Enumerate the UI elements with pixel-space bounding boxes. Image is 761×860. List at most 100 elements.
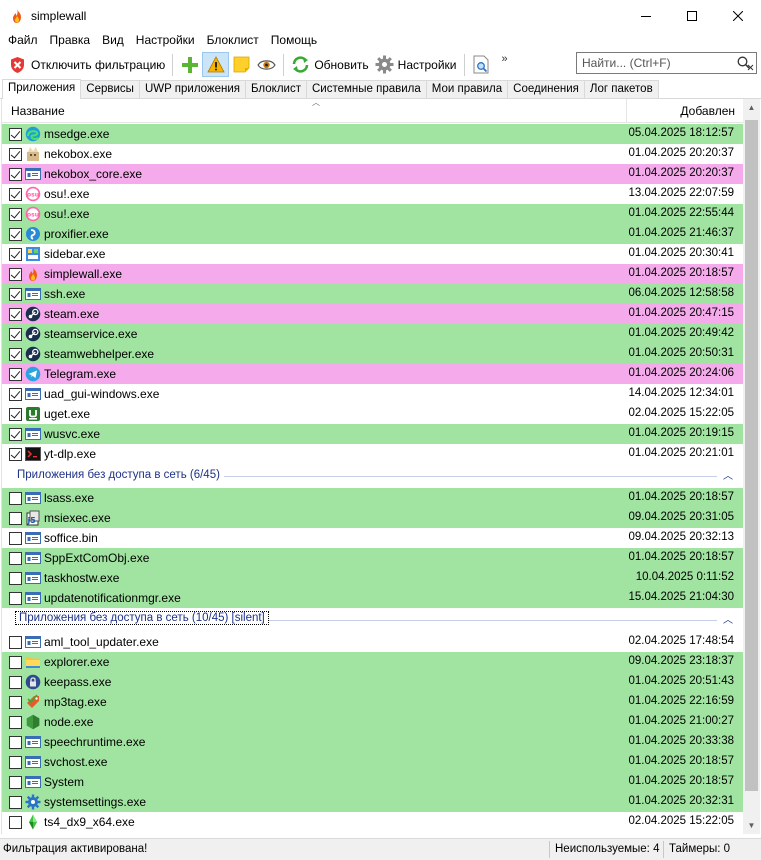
row-checkbox[interactable] bbox=[9, 308, 22, 321]
row-checkbox[interactable] bbox=[9, 636, 22, 649]
row-checkbox[interactable] bbox=[9, 512, 22, 525]
vertical-scrollbar[interactable]: ▲ ▼ bbox=[743, 99, 760, 834]
settings-button[interactable]: Настройки bbox=[372, 52, 460, 77]
tab-services[interactable]: Сервисы bbox=[80, 80, 140, 98]
table-row[interactable]: uget.exe 02.04.2025 15:22:05 bbox=[2, 404, 743, 424]
menu-view[interactable]: Вид bbox=[96, 31, 130, 50]
scroll-thumb[interactable] bbox=[745, 120, 758, 791]
row-checkbox[interactable] bbox=[9, 288, 22, 301]
menu-help[interactable]: Помощь bbox=[265, 31, 323, 50]
row-checkbox[interactable] bbox=[9, 492, 22, 505]
row-checkbox[interactable] bbox=[9, 348, 22, 361]
row-checkbox[interactable] bbox=[9, 328, 22, 341]
search-input[interactable] bbox=[577, 56, 727, 70]
table-row[interactable]: systemsettings.exe 01.04.2025 20:32:31 bbox=[2, 792, 743, 812]
menu-file[interactable]: Файл bbox=[2, 31, 44, 50]
row-checkbox[interactable] bbox=[9, 552, 22, 565]
disable-filter-button[interactable]: Отключить фильтрацию bbox=[5, 52, 168, 77]
row-checkbox[interactable] bbox=[9, 428, 22, 441]
search-box[interactable] bbox=[576, 52, 757, 74]
collapse-chevron-icon[interactable]: ︿ bbox=[723, 611, 733, 626]
table-row[interactable]: sidebar.exe 01.04.2025 20:30:41 bbox=[2, 244, 743, 264]
tab-blocklist[interactable]: Блоклист bbox=[245, 80, 307, 98]
row-checkbox[interactable] bbox=[9, 816, 22, 829]
table-row[interactable]: yt-dlp.exe 01.04.2025 20:21:01 bbox=[2, 444, 743, 464]
table-row[interactable]: System 01.04.2025 20:18:57 bbox=[2, 772, 743, 792]
table-row[interactable]: steam.exe 01.04.2025 20:47:15 bbox=[2, 304, 743, 324]
refresh-button[interactable]: Обновить bbox=[288, 52, 371, 77]
row-checkbox[interactable] bbox=[9, 532, 22, 545]
table-row[interactable]: osu osu!.exe 13.04.2025 22:07:59 bbox=[2, 184, 743, 204]
table-row[interactable]: SppExtComObj.exe 01.04.2025 20:18:57 bbox=[2, 548, 743, 568]
table-row[interactable]: soffice.bin 09.04.2025 20:32:13 bbox=[2, 528, 743, 548]
row-checkbox[interactable] bbox=[9, 696, 22, 709]
table-row[interactable]: wusvc.exe 01.04.2025 20:19:15 bbox=[2, 424, 743, 444]
table-row[interactable]: ssh.exe 06.04.2025 12:58:58 bbox=[2, 284, 743, 304]
tab-packet-log[interactable]: Лог пакетов bbox=[583, 80, 659, 98]
column-divider[interactable] bbox=[626, 99, 627, 123]
view-button[interactable] bbox=[254, 52, 279, 77]
menu-edit[interactable]: Правка bbox=[44, 31, 97, 50]
table-row[interactable]: lsass.exe 01.04.2025 20:18:57 bbox=[2, 488, 743, 508]
collapse-chevron-icon[interactable]: ︿ bbox=[723, 467, 733, 482]
tab-uwp-apps[interactable]: UWP приложения bbox=[138, 80, 247, 98]
row-checkbox[interactable] bbox=[9, 716, 22, 729]
row-checkbox[interactable] bbox=[9, 572, 22, 585]
row-checkbox[interactable] bbox=[9, 592, 22, 605]
scroll-up-arrow[interactable]: ▲ bbox=[743, 99, 760, 116]
row-checkbox[interactable] bbox=[9, 448, 22, 461]
table-row[interactable]: explorer.exe 09.04.2025 23:18:37 bbox=[2, 652, 743, 672]
table-row[interactable]: updatenotificationmgr.exe 15.04.2025 21:0… bbox=[2, 588, 743, 608]
notes-button[interactable] bbox=[229, 52, 254, 77]
row-checkbox[interactable] bbox=[9, 756, 22, 769]
table-row[interactable]: mp3tag.exe 01.04.2025 22:16:59 bbox=[2, 692, 743, 712]
table-row[interactable]: svchost.exe 01.04.2025 20:18:57 bbox=[2, 752, 743, 772]
table-row[interactable]: nekobox.exe 01.04.2025 20:20:37 bbox=[2, 144, 743, 164]
table-row[interactable]: aml_tool_updater.exe 02.04.2025 17:48:54 bbox=[2, 632, 743, 652]
row-checkbox[interactable] bbox=[9, 168, 22, 181]
table-row[interactable]: steamwebhelper.exe 01.04.2025 20:50:31 bbox=[2, 344, 743, 364]
table-row[interactable]: uad_gui-windows.exe 14.04.2025 12:34:01 bbox=[2, 384, 743, 404]
warnings-toggle-button[interactable] bbox=[202, 52, 230, 77]
search-clear-icon[interactable] bbox=[736, 55, 754, 71]
scroll-down-arrow[interactable]: ▼ bbox=[743, 817, 760, 834]
table-row[interactable]: ts4_dx9_x64.exe 02.04.2025 15:22:05 bbox=[2, 812, 743, 832]
close-button[interactable] bbox=[715, 0, 761, 31]
tab-system-rules[interactable]: Системные правила bbox=[305, 80, 427, 98]
menu-settings[interactable]: Настройки bbox=[130, 31, 201, 50]
tab-connections[interactable]: Соединения bbox=[507, 80, 585, 98]
row-checkbox[interactable] bbox=[9, 148, 22, 161]
table-row[interactable]: Telegram.exe 01.04.2025 20:24:06 bbox=[2, 364, 743, 384]
row-checkbox[interactable] bbox=[9, 676, 22, 689]
row-checkbox[interactable] bbox=[9, 188, 22, 201]
maximize-button[interactable] bbox=[669, 0, 715, 31]
row-checkbox[interactable] bbox=[9, 736, 22, 749]
table-row[interactable]: proxifier.exe 01.04.2025 21:46:37 bbox=[2, 224, 743, 244]
menu-blocklist[interactable]: Блоклист bbox=[201, 31, 265, 50]
table-row[interactable]: taskhostw.exe 10.04.2025 0:11:52 bbox=[2, 568, 743, 588]
table-row[interactable]: speechruntime.exe 01.04.2025 20:33:38 bbox=[2, 732, 743, 752]
table-row[interactable]: msedge.exe 05.04.2025 18:12:57 bbox=[2, 124, 743, 144]
row-checkbox[interactable] bbox=[9, 656, 22, 669]
row-checkbox[interactable] bbox=[9, 128, 22, 141]
column-name-header[interactable]: Название bbox=[11, 104, 65, 118]
minimize-button[interactable] bbox=[623, 0, 669, 31]
table-row[interactable]: j5 msiexec.exe 09.04.2025 20:31:05 bbox=[2, 508, 743, 528]
group-header[interactable]: Приложения без доступа в сеть (10/45) [s… bbox=[2, 608, 743, 632]
row-checkbox[interactable] bbox=[9, 796, 22, 809]
group-header[interactable]: Приложения без доступа в сеть (6/45) ︿ bbox=[2, 464, 743, 488]
table-row[interactable]: keepass.exe 01.04.2025 20:51:43 bbox=[2, 672, 743, 692]
tab-my-rules[interactable]: Мои правила bbox=[425, 80, 509, 98]
column-added-header[interactable]: Добавлен bbox=[680, 104, 735, 118]
row-checkbox[interactable] bbox=[9, 388, 22, 401]
table-row[interactable]: osu osu!.exe 01.04.2025 22:55:44 bbox=[2, 204, 743, 224]
add-button[interactable] bbox=[177, 52, 202, 77]
row-checkbox[interactable] bbox=[9, 208, 22, 221]
table-row[interactable]: steamservice.exe 01.04.2025 20:49:42 bbox=[2, 324, 743, 344]
row-checkbox[interactable] bbox=[9, 268, 22, 281]
row-checkbox[interactable] bbox=[9, 776, 22, 789]
row-checkbox[interactable] bbox=[9, 408, 22, 421]
toolbar-overflow-chevron[interactable]: » bbox=[502, 53, 508, 65]
row-checkbox[interactable] bbox=[9, 228, 22, 241]
table-row[interactable]: nekobox_core.exe 01.04.2025 20:20:37 bbox=[2, 164, 743, 184]
